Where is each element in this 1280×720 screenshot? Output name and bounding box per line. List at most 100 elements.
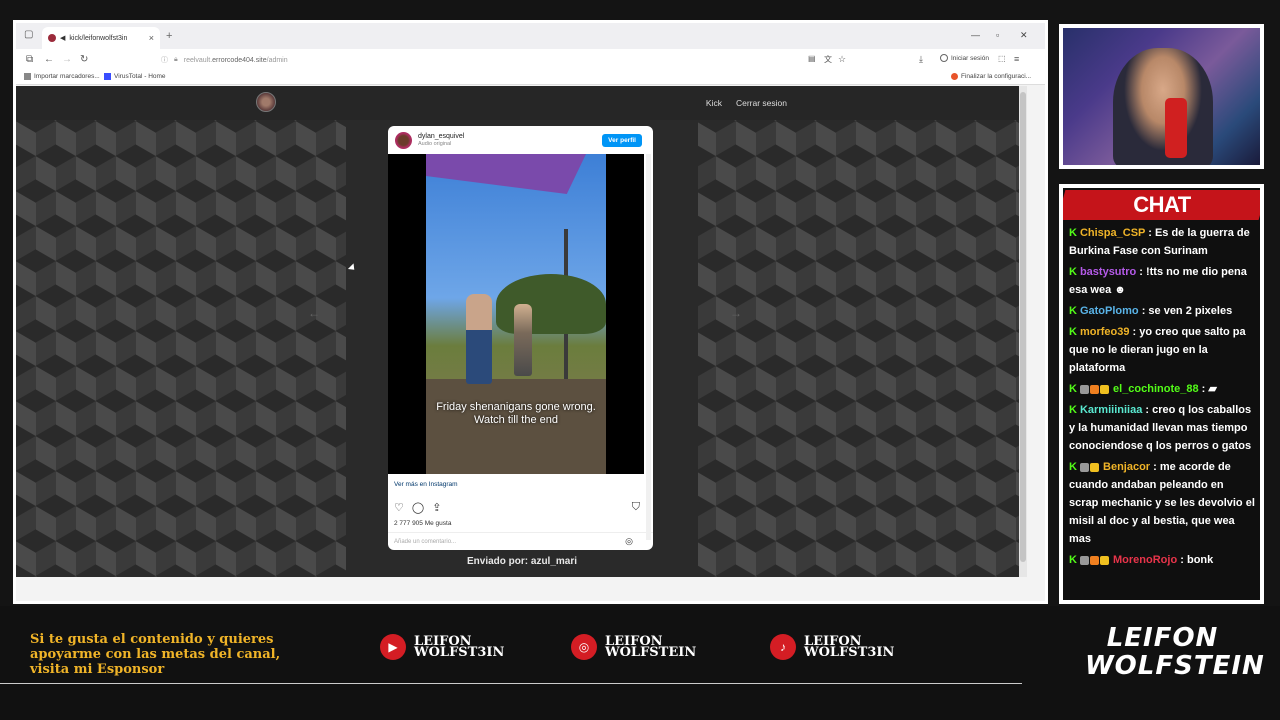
video-person — [514, 304, 532, 376]
chat-message: Kbastysutro : !tts no me dio pena esa we… — [1069, 263, 1255, 299]
reader-view-icon[interactable]: ▤ — [808, 54, 816, 63]
tab-favicon-icon — [48, 34, 56, 42]
view-more-link[interactable]: Ver más en Instagram — [394, 481, 458, 488]
close-window-icon[interactable]: ✕ — [1020, 30, 1028, 41]
comment-field[interactable]: Añade un comentario... ◎ — [388, 532, 653, 550]
nav-link-kick[interactable]: Kick — [706, 98, 722, 108]
bookmark-label: Importar marcadores... — [34, 73, 100, 80]
new-tab-icon[interactable]: + — [166, 30, 172, 42]
kick-icon: K — [1069, 461, 1077, 473]
chat-list: K Chispa_CSP : Es de la guerra de Burkina… — [1069, 224, 1255, 572]
logo-line: WOLFSTEIN — [1085, 651, 1265, 681]
kick-icon: K — [1069, 227, 1077, 239]
badge-icon — [1089, 555, 1099, 565]
page-scrollbar[interactable] — [1019, 86, 1027, 577]
address-bar[interactable]: ⓘ 🔒︎ reelvault.errorcode404.site/admin — [161, 52, 841, 68]
badge-icon — [1079, 555, 1089, 565]
badge-icon — [1089, 384, 1099, 394]
badge-icon — [1089, 462, 1099, 472]
tab-bar: ▢ ◀ kick/leifonwolfst3in × + — ▫ ✕ — [16, 23, 1045, 49]
virustotal-icon — [104, 73, 111, 80]
badge-icon — [1079, 462, 1089, 472]
channel-logo: LEIFON WOLFSTEIN — [1085, 623, 1265, 694]
browser-tab[interactable]: ◀ kick/leifonwolfst3in × — [42, 27, 160, 49]
browser-capture-frame: ▢ ◀ kick/leifonwolfst3in × + — ▫ ✕ ⧉ ← →… — [13, 20, 1048, 604]
badge-icon — [1099, 384, 1109, 394]
tab-close-icon[interactable]: × — [149, 33, 154, 43]
chat-message: K Karmiiiniiaa : creo q los caballos y la… — [1069, 401, 1255, 455]
share-icon[interactable]: ⇪ — [432, 501, 441, 514]
tab-actions-icon[interactable]: ▢ — [24, 29, 33, 40]
comment-icon[interactable]: ◯ — [412, 501, 424, 514]
favorite-star-icon[interactable]: ☆ — [838, 54, 846, 65]
kick-icon: K — [1069, 266, 1077, 278]
browser-window: ▢ ◀ kick/leifonwolfst3in × + — ▫ ✕ ⧉ ← →… — [16, 23, 1045, 601]
chat-text: : — [1201, 383, 1206, 395]
web-page: Kick Cerrar sesion ← → dylan_esquivel Au… — [16, 86, 1027, 577]
chat-text: : me acorde de cuando andaban peleando e… — [1069, 461, 1255, 545]
instagram-audio[interactable]: Audio original — [418, 141, 464, 148]
signin-button[interactable]: Iniciar sesión — [940, 54, 989, 62]
url-prefix: reelvault. — [183, 56, 213, 64]
signin-label: Iniciar sesión — [951, 54, 989, 62]
translate-icon[interactable]: 文 — [824, 54, 832, 65]
menu-icon[interactable]: ≡ — [1014, 54, 1019, 64]
site-logo[interactable] — [256, 92, 276, 112]
youtube-icon: ▶ — [380, 634, 406, 660]
chat-user: morfeo39 — [1079, 326, 1130, 338]
video-person — [466, 294, 492, 384]
logo-line: LEIFON — [1106, 623, 1219, 653]
kick-icon: K — [1069, 383, 1077, 395]
instagram-video[interactable]: Friday shenanigans gone wrong. Watch til… — [388, 154, 644, 474]
webcam-frame — [1059, 24, 1264, 169]
like-icon[interactable]: ♡ — [394, 501, 404, 514]
minimize-icon[interactable]: — — [971, 30, 980, 40]
submitted-by: Enviado por: azul_mari — [466, 556, 578, 567]
chat-message: K el_cochinote_88 : ▰ — [1069, 380, 1255, 398]
streamer — [1113, 48, 1213, 165]
avatar[interactable] — [395, 131, 412, 149]
tiktok-icon: ♪ — [770, 634, 796, 660]
bookmark-icon[interactable]: ⛉ — [632, 501, 640, 514]
next-arrow-icon[interactable]: → — [730, 306, 742, 320]
chat-message: Kmorfeo39 : yo creo que salto pa que no … — [1069, 323, 1255, 377]
video-caption: Friday shenanigans gone wrong. Watch til… — [388, 401, 644, 427]
forward-icon[interactable]: → — [62, 54, 72, 65]
downloads-icon[interactable]: ⤓ — [919, 54, 923, 65]
stream-layout: ▢ ◀ kick/leifonwolfst3in × + — ▫ ✕ ⧉ ← →… — [0, 0, 1280, 720]
chat-message: K MorenoRojo : bonk — [1069, 551, 1255, 569]
nav-link-logout[interactable]: Cerrar sesion — [736, 98, 787, 108]
back-icon[interactable]: ← — [44, 54, 54, 65]
kick-icon: K — [1069, 404, 1077, 416]
sidebar-icon[interactable]: ⧉ — [26, 54, 33, 65]
badge-icon — [1099, 555, 1109, 565]
site-nav: Kick Cerrar sesion — [706, 98, 787, 108]
speaker-icon[interactable]: ◀ — [60, 34, 65, 42]
bookmark-import[interactable]: Importar marcadores... — [24, 73, 100, 80]
navigation-bar: ⧉ ← → ↻ ⓘ 🔒︎ reelvault.errorcode404.site… — [16, 49, 1045, 71]
chat-message: K Chispa_CSP : Es de la guerra de Burkina… — [1069, 224, 1255, 260]
previous-arrow-icon[interactable]: ← — [308, 306, 320, 320]
bookmark-virustotal[interactable]: VirusTotal - Home — [104, 73, 166, 80]
instagram-embed: dylan_esquivel Audio original Ver perfil — [388, 126, 653, 550]
site-info-icon[interactable]: ⓘ — [161, 55, 168, 65]
maximize-icon[interactable]: ▫ — [996, 30, 999, 40]
instagram-icon[interactable]: ◎ — [625, 536, 633, 550]
stream-footer: Si te gusta el contenido y quieres apoya… — [0, 606, 1280, 720]
sponsor-text: Si te gusta el contenido y quieres apoya… — [30, 632, 281, 677]
emote-icon: ▰ — [1208, 383, 1217, 395]
instagram-username[interactable]: dylan_esquivel — [418, 133, 464, 141]
bottle — [1165, 98, 1187, 158]
instagram-icon: ◎ — [571, 634, 597, 660]
reload-icon[interactable]: ↻ — [80, 54, 88, 65]
view-profile-button[interactable]: Ver perfil — [602, 133, 642, 147]
extensions-icon[interactable]: ⬚ — [998, 54, 1006, 63]
badge-icon — [1079, 384, 1089, 394]
instagram-actions: ♡ ◯ ⇪ ⛉ — [394, 501, 640, 514]
chat-user: GatoPlomo — [1079, 305, 1139, 317]
scrollbar-thumb[interactable] — [1020, 92, 1026, 562]
embed-scrollbar[interactable] — [646, 154, 651, 540]
bookmark-finish-setup[interactable]: Finalizar la configuraci... — [951, 73, 1031, 80]
social-line: WOLFST3IN — [414, 645, 505, 660]
bookmark-label: VirusTotal - Home — [114, 73, 166, 80]
